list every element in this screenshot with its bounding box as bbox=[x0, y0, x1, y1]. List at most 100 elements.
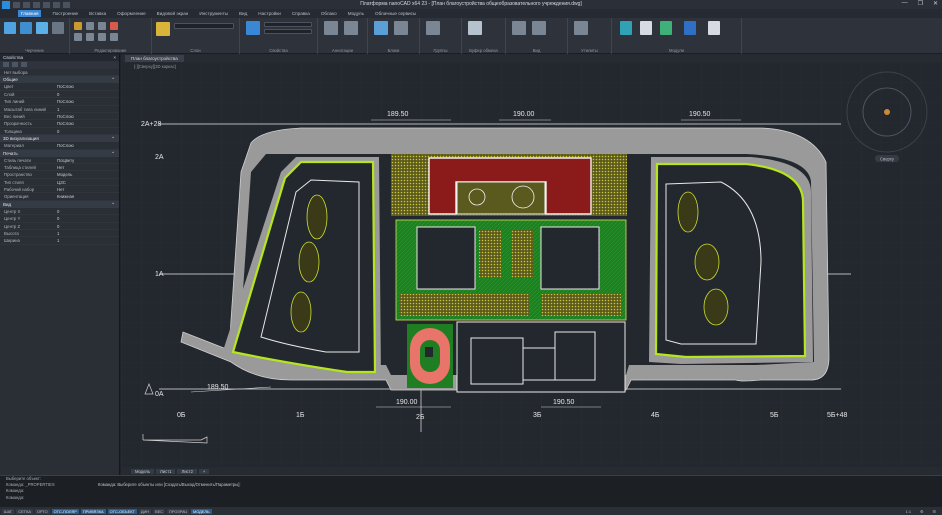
tab-home[interactable]: Главная bbox=[18, 10, 42, 17]
property-value[interactable]: 0 bbox=[55, 91, 119, 97]
polyline-tool-icon[interactable] bbox=[20, 22, 32, 34]
property-row[interactable]: Ориентация Книжная bbox=[0, 193, 119, 201]
collapse-icon[interactable]: ⌃ bbox=[111, 135, 115, 142]
quick-select-icon[interactable] bbox=[12, 62, 18, 67]
property-value[interactable]: 1 bbox=[55, 237, 119, 243]
status-toggle[interactable]: ОРТО bbox=[34, 508, 50, 514]
property-row[interactable]: Ширина 1 bbox=[0, 237, 119, 245]
measure-icon[interactable] bbox=[574, 21, 588, 35]
paste-icon[interactable] bbox=[468, 21, 482, 35]
close-icon[interactable]: × bbox=[113, 54, 116, 61]
match-properties-icon[interactable] bbox=[246, 21, 260, 35]
text-icon[interactable] bbox=[324, 21, 338, 35]
property-value[interactable]: ПоЦвету bbox=[55, 157, 119, 163]
select-objects-icon[interactable] bbox=[3, 62, 9, 67]
property-section-header[interactable]: 3D визуализация ⌃ bbox=[0, 135, 119, 143]
view-icon[interactable] bbox=[512, 21, 526, 35]
property-section-header[interactable]: Общие ⌃ bbox=[0, 76, 119, 84]
spreadsheet-icon[interactable] bbox=[660, 21, 672, 35]
status-toggle[interactable]: МОДЕЛЬ bbox=[191, 508, 212, 514]
move-icon[interactable] bbox=[74, 22, 82, 30]
status-toggle[interactable]: СЕТКА bbox=[16, 508, 33, 514]
dimension-icon[interactable] bbox=[344, 21, 358, 35]
rotate-icon[interactable] bbox=[98, 22, 106, 30]
status-toggle[interactable]: ВЕС bbox=[153, 508, 166, 514]
tab-viewport[interactable]: Видовой экран bbox=[157, 11, 189, 16]
command-line[interactable]: Выберите объект: Команда: _PROPERTIES Ко… bbox=[0, 475, 942, 507]
property-row[interactable]: Цвет ПоСлою bbox=[0, 83, 119, 91]
copy-icon[interactable] bbox=[86, 22, 94, 30]
trim-icon[interactable] bbox=[110, 22, 118, 30]
tab-cloud[interactable]: Облако bbox=[321, 11, 337, 16]
toggle-pickadd-icon[interactable] bbox=[21, 62, 27, 67]
insert-block-icon[interactable] bbox=[374, 21, 388, 35]
property-row[interactable]: Масштаб типа линий 1 bbox=[0, 106, 119, 113]
settings-icon[interactable]: ⚙ bbox=[918, 509, 926, 514]
selection-row[interactable]: Нет выбора bbox=[0, 69, 119, 77]
linetype-dropdown[interactable] bbox=[264, 29, 312, 34]
zoom-icon[interactable] bbox=[532, 21, 546, 35]
maximize-button[interactable]: ❐ bbox=[918, 0, 923, 7]
property-value[interactable]: ПоСлою bbox=[55, 113, 119, 119]
annotation-scale[interactable]: 1:1 bbox=[904, 509, 913, 514]
tab-annotate[interactable]: Оформление bbox=[117, 11, 146, 16]
property-row[interactable]: Вес линий ПоСлою bbox=[0, 113, 119, 121]
tab-tools[interactable]: Инструменты bbox=[199, 11, 228, 16]
property-row[interactable]: Материал ПоСлою bbox=[0, 142, 119, 150]
property-value[interactable]: ПоСлою bbox=[55, 142, 119, 148]
property-row[interactable]: Рабочий набор Нет bbox=[0, 186, 119, 194]
report-icon[interactable] bbox=[708, 21, 720, 35]
property-value[interactable]: Нет bbox=[55, 186, 119, 192]
tab-sheet1[interactable]: Лист1 bbox=[156, 468, 176, 474]
status-toggle[interactable]: ШАГ bbox=[2, 508, 15, 514]
viewport-controls[interactable]: [-][Сверху][2D каркас] bbox=[134, 64, 176, 69]
tab-cloud-services[interactable]: Облачные сервисы bbox=[375, 11, 416, 16]
offset-icon[interactable] bbox=[98, 33, 106, 41]
property-row[interactable]: Стиль печати ПоЦвету bbox=[0, 157, 119, 164]
status-toggle[interactable]: ОТС-ОБЪЕКТ bbox=[107, 508, 137, 514]
property-value[interactable]: 1 bbox=[55, 230, 119, 236]
arc-tool-icon[interactable] bbox=[52, 22, 64, 34]
cloud-icon[interactable] bbox=[684, 21, 696, 35]
tab-insert[interactable]: Вставка bbox=[89, 11, 106, 16]
status-toggle[interactable]: ПРИВЯЗКА bbox=[80, 508, 106, 514]
module-icon[interactable] bbox=[620, 21, 632, 35]
menu-icon[interactable]: ☰ bbox=[931, 509, 939, 514]
property-row[interactable]: Центр Y 0 bbox=[0, 215, 119, 223]
document-icon[interactable] bbox=[640, 21, 652, 35]
property-value[interactable]: Книжная bbox=[55, 193, 119, 199]
property-row[interactable]: Тип линий ПоСлою bbox=[0, 98, 119, 106]
property-row[interactable]: Слой 0 bbox=[0, 91, 119, 99]
property-value[interactable]: ЦЗС bbox=[55, 179, 119, 185]
property-value[interactable]: 0 bbox=[55, 223, 119, 229]
property-row[interactable]: Таблица стилей Нет bbox=[0, 164, 119, 172]
array-icon[interactable] bbox=[110, 33, 118, 41]
create-block-icon[interactable] bbox=[394, 21, 408, 35]
collapse-icon[interactable]: ⌃ bbox=[111, 76, 115, 83]
property-value[interactable]: Модель bbox=[55, 171, 119, 177]
property-row[interactable]: Центр Z 0 bbox=[0, 223, 119, 231]
property-row[interactable]: Тип стиля ЦЗС bbox=[0, 179, 119, 187]
status-toggle[interactable]: ПРОЗРАЧ bbox=[167, 508, 189, 514]
property-row[interactable]: Толщина 0 bbox=[0, 128, 119, 136]
close-button[interactable]: ✕ bbox=[933, 0, 938, 7]
tab-model[interactable]: Модель bbox=[131, 468, 155, 474]
drawing-canvas[interactable]: 2А+28 2А 1А 0А 0Б 1Б 2Б 3Б 4Б 5Б 5Б+48 1… bbox=[121, 62, 942, 467]
document-tab[interactable]: План благоустройства bbox=[125, 54, 184, 62]
circle-tool-icon[interactable] bbox=[36, 22, 48, 34]
collapse-icon[interactable]: ⌃ bbox=[111, 201, 115, 208]
property-value[interactable]: Нет bbox=[55, 164, 119, 170]
property-value[interactable]: 1 bbox=[55, 106, 119, 112]
scale-icon[interactable] bbox=[86, 33, 94, 41]
minimize-button[interactable]: — bbox=[902, 0, 908, 7]
add-layout-button[interactable]: + bbox=[198, 468, 210, 474]
tab-module[interactable]: Модуль bbox=[348, 11, 364, 16]
tab-help[interactable]: Справка bbox=[292, 11, 310, 16]
property-row[interactable]: Центр X 0 bbox=[0, 208, 119, 216]
property-value[interactable]: 0 bbox=[55, 215, 119, 221]
property-value[interactable]: ПоСлою bbox=[55, 83, 119, 89]
mirror-icon[interactable] bbox=[74, 33, 82, 41]
command-input[interactable]: Команда: Выберите объекты или [Создать/В… bbox=[98, 482, 241, 487]
tab-settings[interactable]: Настройки bbox=[258, 11, 281, 16]
property-section-header[interactable]: Вид ⌃ bbox=[0, 200, 119, 208]
